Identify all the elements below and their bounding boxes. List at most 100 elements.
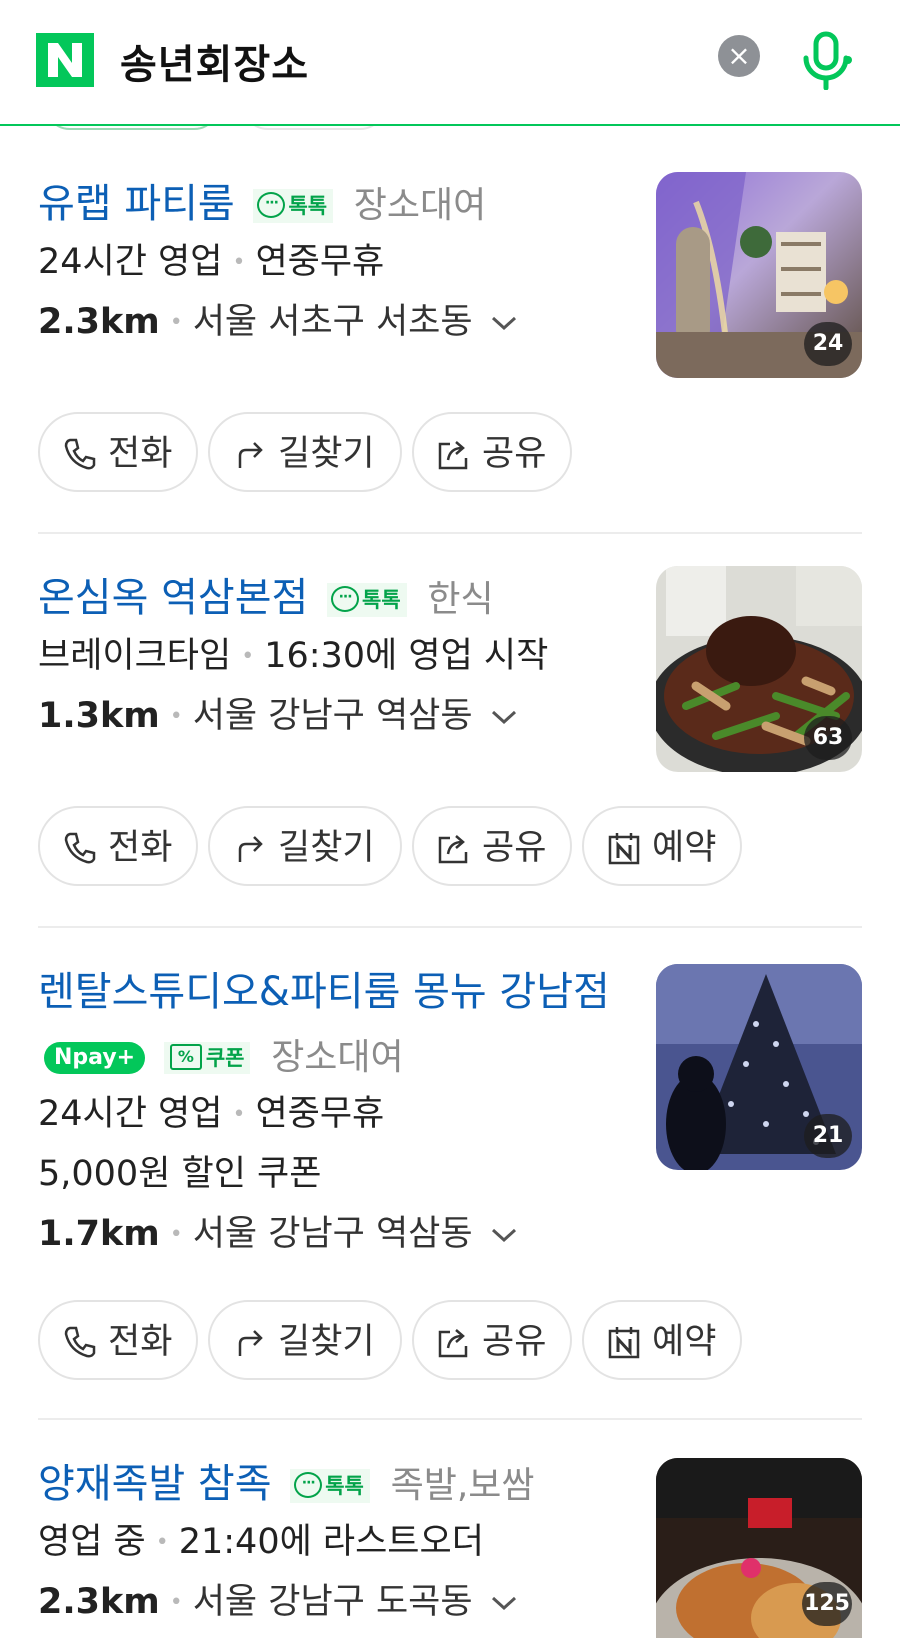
hours-line: 24시간 영업 • 연중무휴	[38, 240, 384, 285]
microphone-icon[interactable]	[798, 30, 854, 90]
place-photo[interactable]: 125	[656, 1458, 862, 1638]
separator-dot: •	[169, 704, 183, 729]
hours-line: 24시간 영업 • 연중무휴	[38, 1092, 384, 1137]
place-name-link[interactable]: 렌탈스튜디오&파티룸 몽뉴 강남점	[38, 969, 610, 1015]
hours-line: 브레이크타임 • 16:30에 영업 시작	[38, 634, 548, 679]
business-status: 브레이크타임	[38, 636, 232, 676]
coupon-badge-label: 쿠폰	[205, 1046, 245, 1070]
location-line[interactable]: 2.3km • 서울 서초구 서초동	[38, 300, 518, 345]
business-status: 24시간 영업	[38, 242, 223, 282]
chevron-down-icon[interactable]	[490, 1593, 518, 1613]
address: 서울 강남구 역삼동	[192, 696, 473, 736]
reserve-button[interactable]: 예약	[582, 1300, 742, 1380]
location-line[interactable]: 2.3km • 서울 강남구 도곡동	[38, 1580, 518, 1625]
separator-dot: •	[169, 1590, 183, 1615]
distance: 2.3km	[38, 302, 160, 342]
reserve-button[interactable]: 예약	[582, 806, 742, 886]
address: 서울 강남구 역삼동	[192, 1214, 473, 1254]
coupon-badge: % 쿠폰	[163, 1042, 251, 1074]
result-divider	[38, 926, 862, 928]
separator-dot: •	[169, 1222, 183, 1247]
talktalk-badge[interactable]: ··· 톡톡	[253, 189, 334, 223]
call-button[interactable]: 전화	[38, 806, 198, 886]
share-button[interactable]: 공유	[412, 412, 572, 492]
chevron-down-icon[interactable]	[490, 313, 518, 333]
location-line[interactable]: 1.7km • 서울 강남구 역삼동	[38, 1212, 518, 1257]
talktalk-badge[interactable]: ··· 톡톡	[290, 1469, 370, 1503]
chevron-down-icon[interactable]	[490, 1225, 518, 1245]
close-icon: ×	[727, 39, 751, 72]
distance: 1.3km	[38, 696, 160, 736]
result-title-line: 양재족발 참족 ··· 톡톡 족발,보쌈	[38, 1452, 628, 1518]
place-photo[interactable]: 63	[656, 566, 862, 772]
share-label: 공유	[482, 434, 547, 474]
chat-bubble-icon: ···	[331, 586, 360, 612]
call-label: 전화	[108, 434, 173, 474]
directions-label: 길찾기	[278, 434, 375, 474]
clear-search-button[interactable]: ×	[718, 35, 760, 77]
place-name-link[interactable]: 온심옥 역삼본점	[38, 575, 308, 621]
place-name-link[interactable]: 양재족발 참족	[38, 1461, 272, 1507]
business-status-extra: 연중무휴	[255, 1094, 385, 1134]
result-title-line: 온심옥 역삼본점 ··· 톡톡 한식	[38, 566, 628, 632]
distance: 2.3km	[38, 1582, 160, 1622]
separator-dot: •	[169, 310, 183, 335]
chevron-down-icon[interactable]	[490, 707, 518, 727]
photo-count-badge: 21	[804, 1114, 852, 1158]
share-label: 공유	[482, 828, 547, 868]
hours-line: 영업 중 • 21:40에 라스트오더	[38, 1520, 484, 1565]
share-icon	[438, 441, 468, 470]
separator-dot: •	[155, 1530, 169, 1555]
photo-count-badge: 24	[804, 322, 852, 366]
directions-label: 길찾기	[278, 1322, 375, 1362]
business-status: 영업 중	[38, 1522, 146, 1562]
phone-icon	[64, 1326, 96, 1358]
call-label: 전화	[108, 1322, 173, 1362]
place-photo[interactable]: 21	[656, 964, 862, 1170]
place-photo[interactable]: 24	[656, 172, 862, 378]
directions-arrow-icon	[238, 1330, 263, 1356]
coupon-icon: %	[169, 1044, 202, 1070]
directions-arrow-icon	[238, 442, 263, 468]
talktalk-label: 톡톡	[362, 588, 401, 612]
distance: 1.7km	[38, 1214, 160, 1254]
call-button[interactable]: 전화	[38, 1300, 198, 1380]
chat-bubble-icon: ···	[294, 1472, 323, 1498]
result-title-line: 렌탈스튜디오&파티룸 몽뉴 강남점 Npay+ % 쿠폰 장소대여	[38, 960, 628, 1090]
place-category: 한식	[427, 579, 494, 620]
directions-arrow-icon	[238, 836, 263, 862]
directions-button[interactable]: 길찾기	[208, 1300, 402, 1380]
calendar-n-icon	[608, 833, 640, 865]
coupon-offer[interactable]: 5,000원 할인 쿠폰	[38, 1152, 321, 1196]
business-status-extra: 16:30에 영업 시작	[264, 636, 549, 676]
result-divider	[38, 532, 862, 534]
address: 서울 강남구 도곡동	[192, 1582, 473, 1622]
place-category: 장소대여	[271, 1037, 404, 1078]
naver-logo[interactable]	[36, 33, 94, 87]
search-input[interactable]: 송년회장소	[120, 32, 309, 90]
calendar-n-icon	[608, 1327, 640, 1359]
directions-button[interactable]: 길찾기	[208, 806, 402, 886]
share-icon	[438, 835, 468, 864]
result-divider	[38, 1418, 862, 1420]
location-line[interactable]: 1.3km • 서울 강남구 역삼동	[38, 694, 518, 739]
separator-dot: •	[232, 250, 246, 275]
share-button[interactable]: 공유	[412, 1300, 572, 1380]
share-icon	[438, 1329, 468, 1358]
talktalk-badge[interactable]: ··· 톡톡	[327, 583, 407, 617]
directions-button[interactable]: 길찾기	[208, 412, 402, 492]
photo-count-badge: 63	[804, 716, 852, 760]
business-status-extra: 21:40에 라스트오더	[178, 1522, 484, 1562]
business-status-extra: 연중무휴	[255, 242, 385, 282]
place-name-link[interactable]: 유랩 파티룸	[38, 181, 235, 227]
business-status: 24시간 영업	[38, 1094, 223, 1134]
phone-icon	[64, 832, 96, 864]
search-header: 송년회장소 ×	[0, 0, 900, 126]
place-category: 장소대여	[353, 185, 487, 226]
share-button[interactable]: 공유	[412, 806, 572, 886]
result-title-line: 유랩 파티룸 ··· 톡톡 장소대여	[38, 172, 628, 238]
separator-dot: •	[241, 644, 255, 669]
photo-count-badge: 125	[802, 1582, 852, 1626]
call-label: 전화	[108, 828, 173, 868]
call-button[interactable]: 전화	[38, 412, 198, 492]
